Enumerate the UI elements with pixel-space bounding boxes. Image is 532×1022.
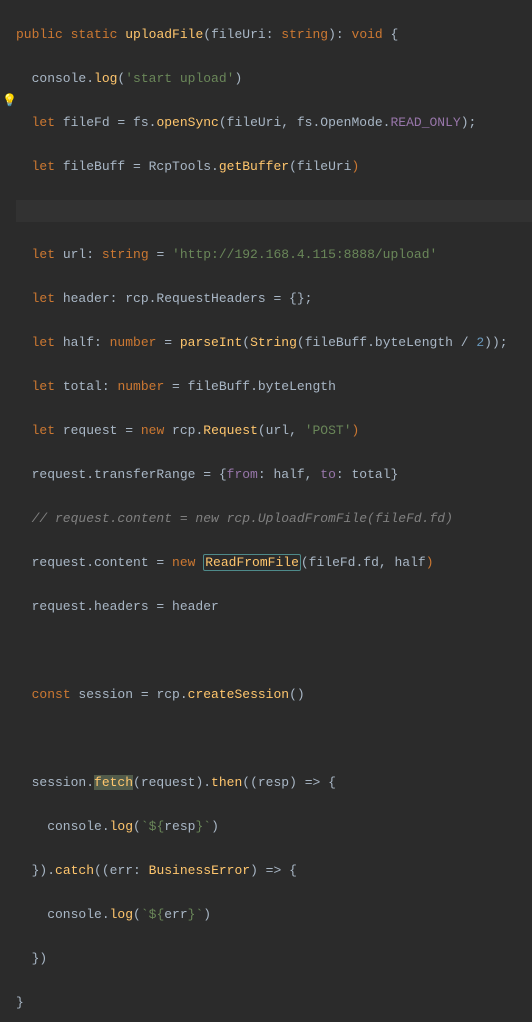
code-line: request.headers = header	[16, 596, 532, 618]
search-highlight: fetch	[94, 775, 133, 790]
code-line: let half: number = parseInt(String(fileB…	[16, 332, 532, 354]
code-line: let fileFd = fs.openSync(fileUri, fs.Ope…	[16, 112, 532, 134]
code-line: request.content = new ReadFromFile(fileF…	[16, 552, 532, 574]
code-line: console.log(`${resp}`)	[16, 816, 532, 838]
code-line: session.fetch(request).then((resp) => {	[16, 772, 532, 794]
code-editor[interactable]: public static uploadFile(fileUri: string…	[0, 0, 532, 1022]
code-line: const session = rcp.createSession()	[16, 684, 532, 706]
code-line	[16, 640, 532, 662]
code-line: })	[16, 948, 532, 970]
code-line: }).catch((err: BusinessError) => {	[16, 860, 532, 882]
code-line: console.log('start upload')	[16, 68, 532, 90]
code-line: let request = new rcp.Request(url, 'POST…	[16, 420, 532, 442]
code-line: let fileBuff = RcpTools.getBuffer(fileUr…	[16, 156, 532, 178]
intention-bulb-icon[interactable]: 💡	[2, 90, 17, 112]
code-line: // request.content = new rcp.UploadFromF…	[16, 508, 532, 530]
highlighted-symbol: ReadFromFile	[203, 554, 301, 571]
code-line: }	[16, 992, 532, 1014]
code-line: let header: rcp.RequestHeaders = {};	[16, 288, 532, 310]
code-line-active	[16, 200, 532, 222]
code-line: let total: number = fileBuff.byteLength	[16, 376, 532, 398]
code-line: console.log(`${err}`)	[16, 904, 532, 926]
code-line: public static uploadFile(fileUri: string…	[16, 24, 532, 46]
code-line: request.transferRange = {from: half, to:…	[16, 464, 532, 486]
code-line: let url: string = 'http://192.168.4.115:…	[16, 244, 532, 266]
code-line	[16, 728, 532, 750]
